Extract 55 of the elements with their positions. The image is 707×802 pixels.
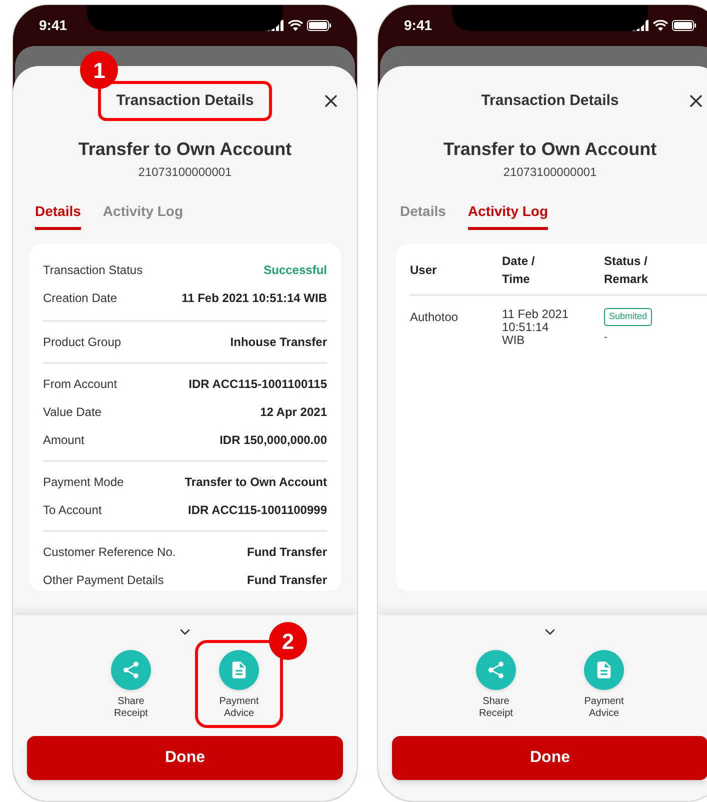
battery-icon	[672, 20, 696, 31]
column-header: Date / Time	[502, 253, 536, 288]
detail-label: Payment Mode	[43, 474, 124, 491]
detail-value: Fund Transfer	[246, 544, 327, 561]
payment-advice-button[interactable]: Payment Advice	[209, 646, 269, 724]
tab[interactable]: Details	[35, 201, 81, 230]
sheet-title: Transaction Details	[116, 92, 254, 109]
table-cell-text: 11 Feb 2021 10:51:14 WIB	[502, 308, 570, 347]
reference-number: 21073100000001	[503, 164, 597, 181]
detail-value: Transfer to Own Account	[184, 474, 327, 491]
detail-label: To Account	[43, 502, 102, 519]
detail-label: Product Group	[43, 334, 122, 351]
tab[interactable]: Details	[400, 201, 446, 230]
status-time: 9:41	[39, 16, 68, 35]
detail-label: Other Payment Details	[43, 572, 164, 589]
column-header: User	[410, 262, 438, 279]
detail-label: Amount	[43, 432, 84, 449]
wifi-icon	[653, 20, 668, 31]
battery-icon	[307, 20, 331, 31]
share-icon	[486, 660, 506, 680]
sheet-title: Transaction Details	[481, 92, 619, 109]
tab[interactable]: Activity Log	[468, 201, 548, 230]
done-button[interactable]: Done	[27, 736, 343, 780]
signal-icon	[632, 20, 649, 31]
share-icon	[121, 660, 141, 680]
detail-value: 11 Feb 2021 10:51:14 WIB	[182, 290, 327, 307]
signal-icon	[267, 20, 284, 31]
detail-label: Customer Reference No.	[43, 544, 176, 561]
transaction-heading: Transfer to Own Account	[78, 138, 292, 161]
detail-value: Successful	[264, 262, 327, 279]
transaction-heading: Transfer to Own Account	[443, 138, 657, 161]
payment-advice-button[interactable]: Payment Advice	[574, 646, 634, 724]
table-cell-text: Authotoo	[410, 309, 460, 326]
reference-number: 21073100000001	[138, 164, 232, 181]
detail-value: Inhouse Transfer	[230, 334, 327, 351]
detail-value: 12 Apr 2021	[260, 404, 327, 421]
column-header: Status / Remark	[604, 253, 650, 288]
detail-label: Creation Date	[43, 290, 118, 307]
status-time: 9:41	[404, 16, 432, 35]
callout-number: 1	[80, 51, 118, 89]
share-receipt-button[interactable]: Share Receipt	[101, 646, 161, 724]
share-receipt-button[interactable]: Share Receipt	[466, 646, 526, 724]
callout-number: 2	[269, 622, 307, 660]
status-badge: Submited	[604, 308, 652, 326]
detail-value: IDR ACC115-1001100115	[188, 376, 327, 393]
detail-value: IDR 150,000,000.00	[220, 432, 327, 449]
detail-label: From Account	[43, 376, 118, 393]
detail-label: Value Date	[43, 404, 102, 421]
detail-value: Fund Transfer	[246, 572, 327, 589]
detail-value: IDR ACC115-1001100999	[188, 502, 327, 519]
detail-label: Transaction Status	[43, 262, 143, 279]
wifi-icon	[288, 20, 303, 31]
table-cell-text: -	[604, 330, 608, 344]
done-button[interactable]: Done	[392, 736, 707, 780]
tab[interactable]: Activity Log	[102, 201, 184, 230]
